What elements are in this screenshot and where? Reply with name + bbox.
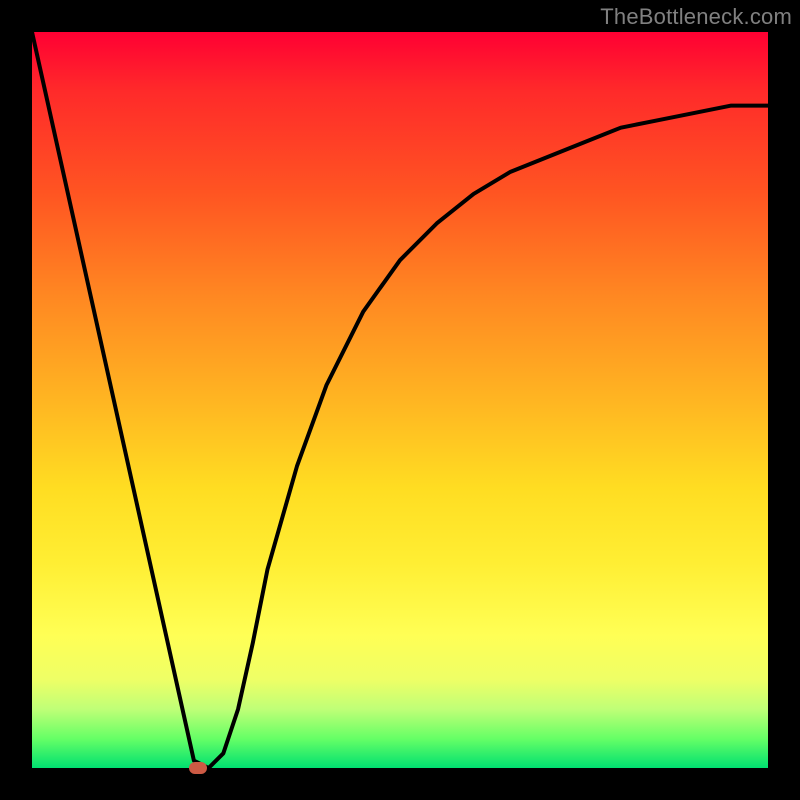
chart-frame: TheBottleneck.com — [0, 0, 800, 800]
plot-area — [32, 32, 768, 768]
curve-layer — [32, 32, 768, 768]
optimal-marker — [189, 762, 207, 774]
bottleneck-curve — [32, 32, 768, 768]
watermark-text: TheBottleneck.com — [600, 4, 792, 30]
